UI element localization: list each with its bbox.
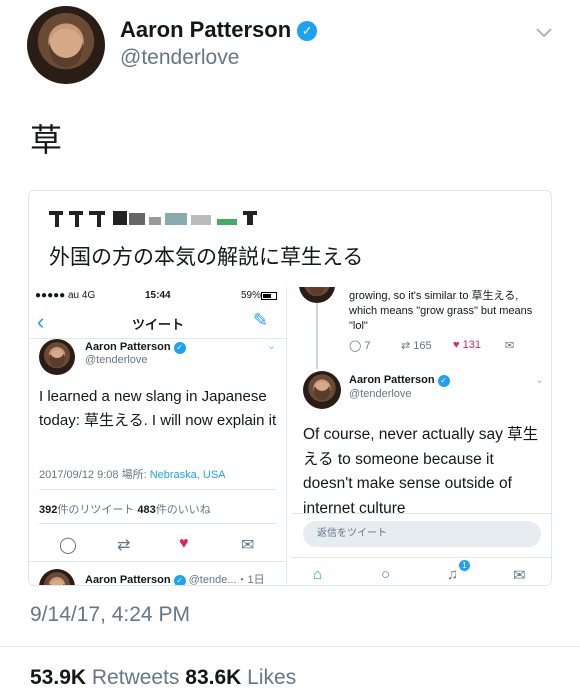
status-time: 15:44 bbox=[145, 290, 171, 301]
next-tweet-header: Aaron Patterson ✓ @tende...・1日 bbox=[85, 571, 265, 586]
reply-count-value: 7 bbox=[364, 340, 371, 352]
retweet-count: ⇄ 165 bbox=[401, 339, 432, 352]
avatar bbox=[299, 287, 335, 303]
mail-icon: ✉ bbox=[513, 567, 526, 584]
nav-bar: ‹ ツイート ✎ bbox=[29, 305, 286, 339]
likes-count[interactable]: 83.6K bbox=[185, 666, 241, 689]
next-author-handle: @tende...・1日 bbox=[188, 574, 265, 586]
compose-icon[interactable]: ✎ bbox=[253, 310, 268, 331]
divider bbox=[291, 513, 551, 514]
home-icon: ⌂ bbox=[313, 566, 323, 583]
retweets-label[interactable]: Retweets bbox=[92, 666, 180, 689]
avatar bbox=[39, 569, 75, 585]
right-author-handle: @tenderlove bbox=[349, 388, 412, 400]
likes-label[interactable]: Likes bbox=[247, 666, 296, 689]
inner-likes-num: 483 bbox=[137, 504, 156, 516]
avatar bbox=[39, 339, 75, 375]
inner-retweets-label: 件のリツイート bbox=[57, 504, 135, 516]
chevron-down-icon: ⌄ bbox=[267, 340, 277, 352]
tweet-media-card[interactable]: 外国の方の本気の解説に草生える ●●●●● au 4G 15:44 59% ‹ … bbox=[28, 190, 552, 586]
divider bbox=[29, 561, 286, 562]
author-handle[interactable]: @tenderlove bbox=[120, 46, 239, 70]
like-count: ♥ 131 bbox=[453, 339, 481, 351]
divider bbox=[39, 523, 277, 524]
inner-tweet-text: I learned a new slang in Japanese today:… bbox=[39, 388, 277, 429]
author-avatar[interactable] bbox=[27, 6, 105, 84]
inner-location: Nebraska, USA bbox=[149, 469, 226, 481]
redacted-username-scribble bbox=[49, 211, 257, 227]
author-name-row[interactable]: Aaron Patterson ✓ bbox=[120, 17, 318, 43]
inner-retweets-num: 392 bbox=[39, 504, 58, 516]
inner-counts: 392件のリツイート 483件のいいね bbox=[39, 501, 211, 517]
divider bbox=[39, 489, 277, 490]
inner-author-handle: @tenderlove bbox=[85, 354, 148, 366]
right-tweet-text: Of course, never actually say 草生える to so… bbox=[303, 426, 539, 517]
tab-bar: ⌂ ○ ♫ 1 ✉ bbox=[291, 557, 551, 585]
chevron-down-icon[interactable] bbox=[534, 22, 554, 42]
right-author-name: Aaron Patterson bbox=[349, 374, 435, 386]
right-screenshot: growing, so it's similar to 草生える, which … bbox=[291, 287, 551, 585]
next-author-name: Aaron Patterson bbox=[85, 574, 171, 586]
reply-count: ◯ 7 bbox=[349, 339, 371, 352]
inner-author-name: Aaron Patterson bbox=[85, 341, 171, 353]
bell-icon: ♫ bbox=[447, 566, 459, 583]
thread-line bbox=[316, 303, 318, 369]
tweet-timestamp[interactable]: 9/14/17, 4:24 PM bbox=[30, 603, 190, 627]
inner-author-row: Aaron Patterson ✓ bbox=[85, 341, 186, 354]
heart-icon: ♥ bbox=[179, 535, 189, 552]
inner-date-text: 2017/09/12 9:08 場所: bbox=[39, 469, 150, 481]
divider bbox=[0, 646, 580, 647]
left-screenshot: ●●●●● au 4G 15:44 59% ‹ ツイート ✎ Aaron Pat… bbox=[29, 287, 287, 586]
nav-title: ツイート bbox=[131, 317, 184, 332]
battery-icon bbox=[261, 292, 277, 300]
tweet-text: 草 bbox=[30, 122, 63, 158]
retweet-count-value: 165 bbox=[413, 340, 432, 352]
author-name[interactable]: Aaron Patterson bbox=[120, 17, 291, 42]
status-bar: ●●●●● au 4G 15:44 59% bbox=[29, 287, 286, 305]
reply-box: 返信をツイート bbox=[303, 521, 541, 547]
notification-badge: 1 bbox=[459, 560, 470, 571]
verified-badge-icon: ✓ bbox=[173, 575, 186, 585]
retweet-icon: ⇄ bbox=[117, 537, 131, 554]
status-battery: 59% bbox=[241, 290, 262, 301]
tweet-stats: 53.9K Retweets 83.6K Likes bbox=[30, 666, 296, 690]
retweets-count[interactable]: 53.9K bbox=[30, 666, 86, 689]
verified-badge-icon: ✓ bbox=[437, 375, 450, 387]
status-carrier: ●●●●● au 4G bbox=[35, 290, 96, 301]
card-caption: 外国の方の本気の解説に草生える bbox=[49, 246, 364, 269]
avatar bbox=[303, 371, 341, 409]
search-icon: ○ bbox=[381, 566, 391, 583]
inner-likes-label: 件のいいね bbox=[155, 504, 211, 516]
retweet-icon: ⇄ bbox=[401, 340, 411, 352]
like-count-value: 131 bbox=[462, 339, 481, 351]
right-author-row: Aaron Patterson ✓ bbox=[349, 374, 450, 387]
prev-tweet-text: growing, so it's similar to 草生える, which … bbox=[349, 290, 533, 332]
mail-icon: ✉ bbox=[241, 537, 255, 554]
chevron-down-icon: ⌄ bbox=[535, 374, 545, 386]
reply-icon: ◯ bbox=[349, 340, 362, 352]
mail-icon: ✉ bbox=[505, 340, 515, 352]
inner-tweet-date: 2017/09/12 9:08 場所: Nebraska, USA bbox=[39, 466, 226, 482]
heart-icon: ♥ bbox=[453, 339, 460, 351]
verified-badge-icon: ✓ bbox=[297, 21, 318, 41]
reply-icon: ◯ bbox=[59, 537, 77, 554]
verified-badge-icon: ✓ bbox=[173, 342, 186, 354]
